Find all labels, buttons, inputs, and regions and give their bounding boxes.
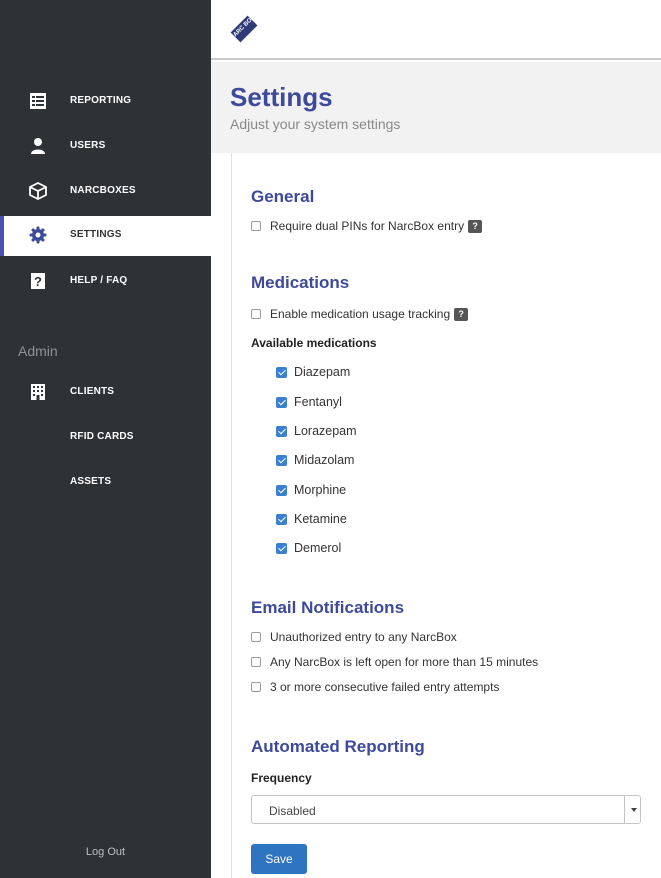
medication-label: Lorazepam [294,424,357,438]
frequency-selected-value: Disabled [269,804,316,818]
sidebar-item-rfid-cards[interactable]: RFID CARDS [0,418,211,458]
page-header: Settings Adjust your system settings [211,62,661,153]
sidebar-item-narcboxes[interactable]: NARCBOXES [0,172,211,212]
medication-checkbox[interactable] [276,366,287,378]
notification-label: 3 or more consecutive failed entry attem… [270,680,500,694]
automated-reporting-section-title: Automated Reporting [251,737,425,756]
sidebar-item-label: RFID CARDS [70,431,134,442]
sidebar-item-label: ASSETS [70,476,112,487]
building-icon [31,384,45,400]
gear-icon [29,226,47,244]
frequency-label: Frequency [251,771,312,785]
top-bar: NARC BOX [211,0,661,60]
help-icon: ? [31,273,45,289]
dual-pins-option[interactable]: Require dual PINs for NarcBox entry ? [251,217,483,235]
frequency-select[interactable]: Disabled [251,795,641,824]
sidebar-item-help-faq[interactable]: ? HELP / FAQ [0,262,211,302]
sidebar-item-reporting[interactable]: REPORTING [0,82,211,122]
chevron-down-icon[interactable] [624,796,640,823]
general-section-title: General [251,187,315,206]
medication-label: Midazolam [294,453,355,467]
medication-item[interactable]: Morphine [276,481,346,499]
page-title: Settings [230,82,333,112]
medication-item[interactable]: Fentanyl [276,393,342,411]
notification-checkbox[interactable] [251,657,261,667]
notification-checkbox[interactable] [251,632,261,642]
help-icon[interactable]: ? [454,307,469,321]
sidebar-item-label: REPORTING [70,95,132,106]
page-subtitle: Adjust your system settings [230,116,401,132]
sidebar-item-clients[interactable]: CLIENTS [0,373,211,413]
dual-pins-label: Require dual PINs for NarcBox entry [270,219,465,233]
sidebar-item-users[interactable]: USERS [0,127,211,167]
sidebar-item-label: USERS [70,140,106,151]
notification-label: Any NarcBox is left open for more than 1… [270,655,539,669]
notification-option[interactable]: 3 or more consecutive failed entry attem… [251,678,499,696]
save-button[interactable]: Save [251,844,307,874]
settings-panel: General Require dual PINs for NarcBox en… [231,153,661,878]
medication-label: Demerol [294,541,342,555]
medication-label: Diazepam [294,365,351,379]
user-icon [31,138,45,154]
email-notifications-section-title: Email Notifications [251,598,405,617]
notification-option[interactable]: Any NarcBox is left open for more than 1… [251,653,538,671]
medication-checkbox[interactable] [276,396,287,408]
notification-checkbox[interactable] [251,682,261,692]
medication-checkbox[interactable] [276,542,287,554]
help-icon[interactable]: ? [468,219,483,233]
cube-icon [29,182,47,200]
sidebar-item-label: SETTINGS [70,229,122,240]
svg-text:?: ? [34,274,42,289]
medication-checkbox[interactable] [276,513,287,525]
admin-heading: Admin [18,343,58,359]
list-icon [30,93,46,109]
logout-link[interactable]: Log Out [0,846,211,858]
medication-label: Morphine [294,483,347,497]
notification-label: Unauthorized entry to any NarcBox [270,630,457,644]
medication-tracking-option[interactable]: Enable medication usage tracking ? [251,305,469,323]
sidebar-item-label: NARCBOXES [70,185,136,196]
medication-item[interactable]: Diazepam [276,363,350,381]
medication-tracking-label: Enable medication usage tracking [270,307,451,321]
notification-option[interactable]: Unauthorized entry to any NarcBox [251,628,457,646]
medication-item[interactable]: Lorazepam [276,422,357,440]
medication-checkbox[interactable] [276,425,287,437]
medication-label: Fentanyl [294,395,342,409]
available-medications-label: Available medications [251,336,377,350]
sidebar-item-assets[interactable]: ASSETS [0,463,211,503]
medication-item[interactable]: Demerol [276,539,341,557]
sidebar-item-label: CLIENTS [70,386,115,397]
dual-pins-checkbox[interactable] [251,221,261,231]
narcbox-logo[interactable]: NARC BOX [229,14,259,44]
sidebar-item-label: HELP / FAQ [70,275,128,286]
medication-item[interactable]: Midazolam [276,451,354,469]
medication-tracking-checkbox[interactable] [251,309,261,319]
medication-checkbox[interactable] [276,454,287,466]
sidebar: REPORTING USERS NARCBOXES SETTINGS ? HEL… [0,0,211,878]
medication-label: Ketamine [294,512,347,526]
medication-item[interactable]: Ketamine [276,510,347,528]
medications-section-title: Medications [251,273,350,292]
medication-checkbox[interactable] [276,484,287,496]
sidebar-item-settings[interactable]: SETTINGS [0,216,211,256]
